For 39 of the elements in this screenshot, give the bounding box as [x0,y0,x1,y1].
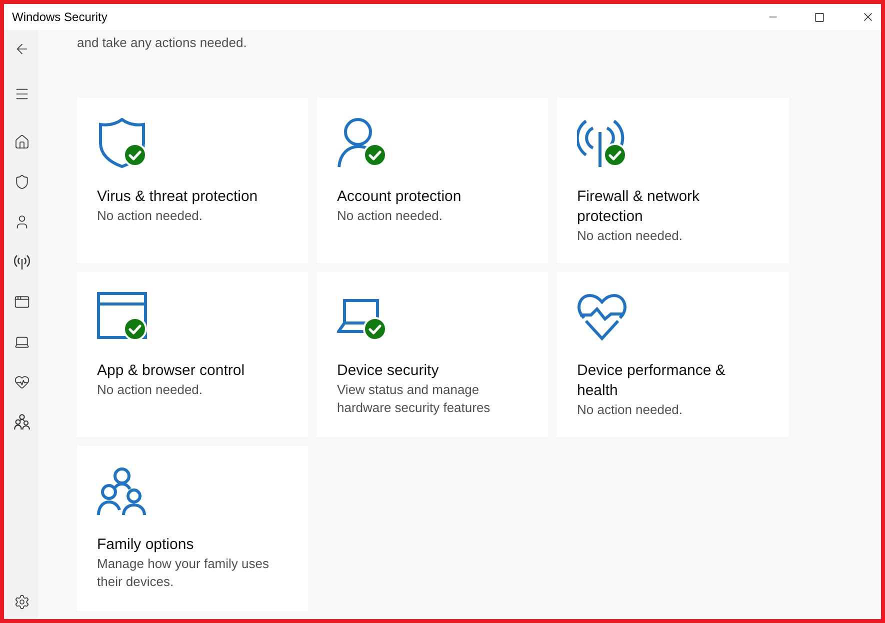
feature-tile[interactable]: Firewall & network protection No action needed. [557,98,789,263]
tile-title: Family options [97,535,195,555]
feature-tile[interactable]: App & browser control No action needed. [77,272,308,437]
tile-title: App & browser control [97,361,246,381]
shield-icon [97,118,147,168]
person-icon [14,214,30,230]
people-icon [14,414,30,430]
tile-status: Manage how your family uses their devices. [97,555,270,591]
tile-status: No action needed. [577,227,684,245]
feature-tile[interactable]: Account protection No action needed. [317,98,548,263]
tile-status: No action needed. [97,207,204,225]
tile-status: No action needed. [577,401,684,419]
home-icon [14,134,30,150]
antenna-icon [14,254,30,270]
window-title: Windows Security [11,9,108,26]
tile-title: Firewall & network protection [577,187,701,227]
laptop-icon [14,334,30,350]
tile-title: Device security [337,361,440,381]
browser-window-icon [14,294,30,310]
tile-title: Virus & threat protection [97,187,259,207]
feature-tile[interactable]: Virus & threat protection No action needed. [77,98,308,263]
tile-title: Device performance & health [577,361,726,401]
browser-window-icon [97,292,147,342]
heart-pulse-icon [577,292,627,342]
feature-tile[interactable]: Family options Manage how your family uses their devices. [77,446,308,611]
intro-text: and take any actions needed. [77,34,248,52]
menu-icon [14,86,30,102]
settings-icon [14,594,30,610]
tile-status: View status and manage hardware security features [337,381,492,417]
feature-tile[interactable]: Device performance & health No action needed. [557,272,789,437]
feature-tile[interactable]: Device security View status and manage hardware security features [317,272,548,437]
heart-pulse-icon [14,374,30,390]
tile-status: No action needed. [337,207,444,225]
tile-status: No action needed. [97,381,204,399]
tile-title: Account protection [337,187,462,207]
maximize-icon [814,12,825,22]
people-icon [97,466,147,516]
shield-icon [14,174,30,190]
antenna-icon [577,118,627,168]
